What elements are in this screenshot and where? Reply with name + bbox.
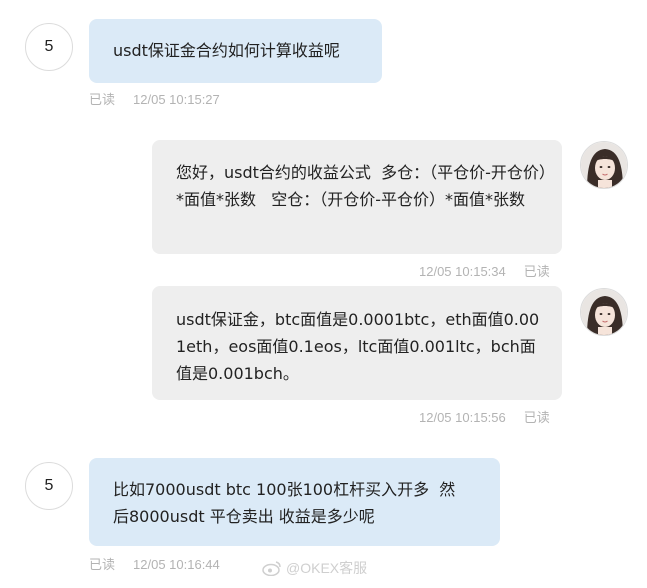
message-time: 12/05 10:15:27	[133, 92, 220, 107]
agent-message-bubble: usdt保证金，btc面值是0.0001btc，eth面值0.001eth，eo…	[152, 286, 562, 400]
agent-avatar[interactable]	[580, 288, 628, 336]
message-time: 12/05 10:15:56	[419, 410, 506, 425]
message-meta: 已读 12/05 10:16:44	[89, 554, 220, 573]
user-message-bubble: usdt保证金合约如何计算收益呢	[89, 19, 382, 83]
weibo-watermark: @OKEX客服	[262, 558, 367, 578]
read-status: 已读	[523, 410, 550, 425]
agent-photo-icon	[581, 289, 627, 335]
message-meta: 已读 12/05 10:15:27	[89, 89, 220, 108]
read-status: 已读	[523, 264, 550, 279]
user-avatar[interactable]: 5	[25, 23, 73, 71]
message-time: 12/05 10:15:34	[419, 264, 506, 279]
read-status: 已读	[89, 92, 116, 107]
weibo-icon	[262, 561, 281, 576]
message-meta: 12/05 10:15:34 已读	[419, 261, 550, 280]
message-meta: 12/05 10:15:56 已读	[419, 407, 550, 426]
read-status: 已读	[89, 557, 116, 572]
agent-avatar[interactable]	[580, 141, 628, 189]
message-time: 12/05 10:16:44	[133, 557, 220, 572]
agent-photo-icon	[581, 142, 627, 188]
user-avatar[interactable]: 5	[25, 462, 73, 510]
user-message-bubble: 比如7000usdt btc 100张100杠杆买入开多 然后8000usdt …	[89, 458, 500, 546]
agent-message-bubble: 您好，usdt合约的收益公式 多仓：（平仓价-开仓价）*面值*张数 空仓：（开仓…	[152, 140, 562, 254]
watermark-text: @OKEX客服	[286, 560, 368, 576]
